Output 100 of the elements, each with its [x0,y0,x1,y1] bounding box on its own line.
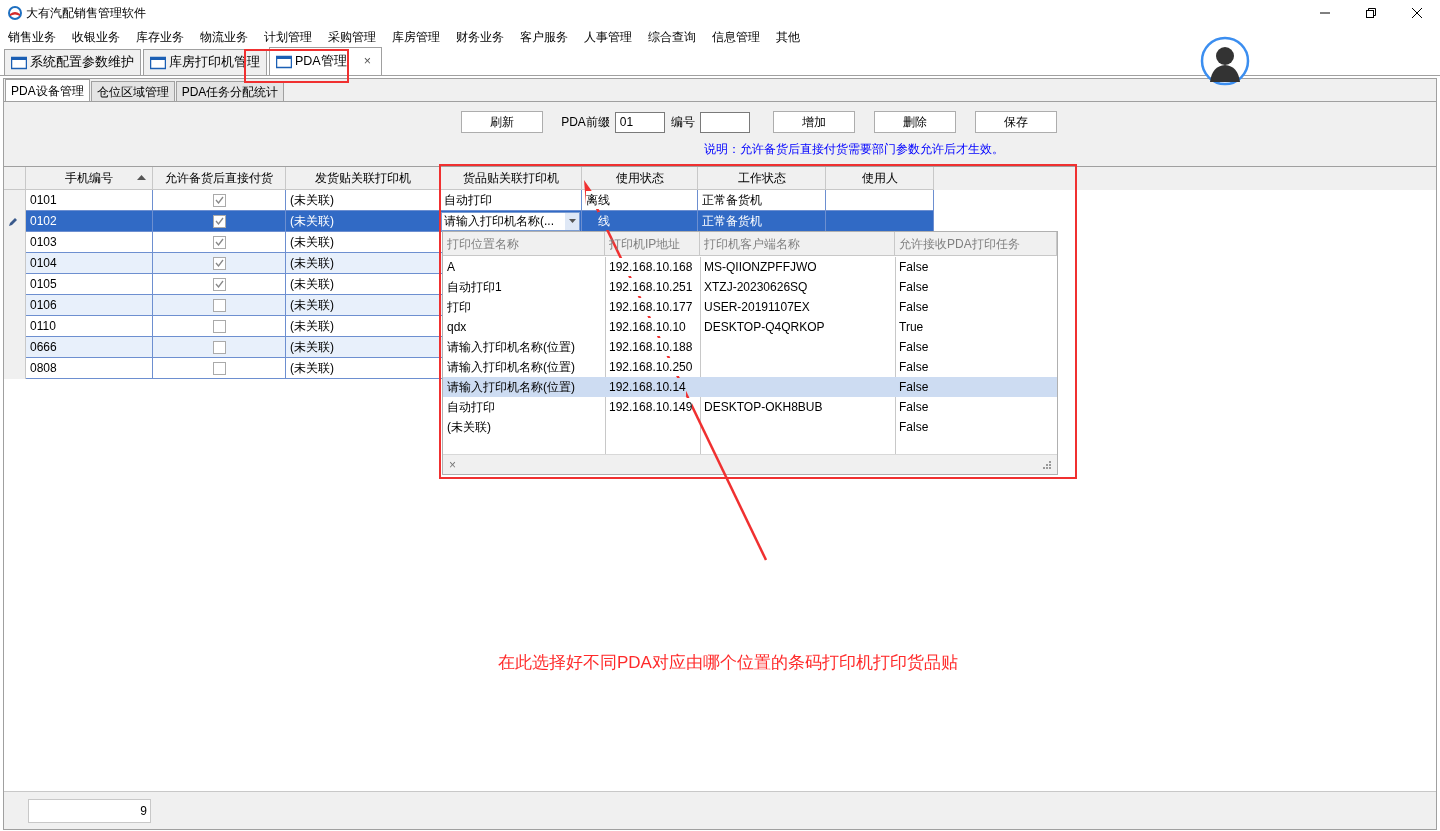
save-button[interactable]: 保存 [974,111,1057,133]
restore-icon[interactable] [1366,8,1376,18]
menu-item[interactable]: 客户服务 [520,28,576,46]
document-tab[interactable]: PDA管理 × [269,47,382,75]
table-cell: 192.168.10.251 [609,278,693,296]
number-field[interactable] [699,111,750,133]
field-label: 编号 [670,114,695,131]
dropdown-row[interactable]: 自动打印1 192.168.10.251 XTZJ-20230626SQ False [443,277,1057,297]
dropdown-row[interactable]: 打印 192.168.10.177 USER-20191107EX False [443,297,1057,317]
dropdown-row[interactable]: A 192.168.10.168 MS-QIIONZPFFJWO False [443,257,1057,277]
dropdown-row[interactable]: qdx 192.168.10.10 DESKTOP-Q4QRKOP True [443,317,1057,337]
sort-icon [137,175,146,180]
window-icon [150,55,166,70]
table-cell: 请输入打印机名称(位置) [447,358,575,376]
close-icon[interactable] [1412,8,1422,18]
count-field[interactable]: 9 [28,798,151,823]
resize-grip-icon [1043,460,1051,469]
table-cell: (未关联) [286,337,440,358]
table-cell: 打印 [447,298,471,316]
sub-tab[interactable]: PDA任务分配统计 [175,81,285,101]
table-cell: 请输入打印机名称(位置) [447,378,575,396]
table-cell: 0666 [26,337,153,358]
refresh-button[interactable]: 刷新 [461,111,544,133]
table-cell: (未关联) [447,418,491,436]
checkbox[interactable] [212,277,226,291]
check-icon [214,196,224,204]
table-cell: (未关联) [286,358,440,379]
checkbox[interactable] [212,298,226,312]
add-button[interactable]: 增加 [772,111,855,133]
checkbox[interactable] [212,214,226,228]
table-cell: (未关联) [286,211,440,232]
table-cell: 192.168.10.14 [609,378,686,396]
window-icon [11,55,27,70]
column-header[interactable]: 使用人 [826,167,934,190]
prefix-field[interactable]: 01 [614,111,665,133]
menu-item[interactable]: 采购管理 [328,28,384,46]
menu-item[interactable]: 人事管理 [584,28,640,46]
menu-item[interactable]: 综合查询 [648,28,704,46]
column-header[interactable]: 打印位置名称 [443,232,605,255]
column-header[interactable]: 允许备货后直接付货 [153,167,286,190]
dropdown-row[interactable]: 请输入打印机名称(位置) 192.168.10.250 False [443,357,1057,377]
menu-item[interactable]: 库房管理 [392,28,448,46]
window-title: 大有汽配销售管理软件 [26,5,146,22]
menu-item[interactable]: 销售业务 [8,28,64,46]
window-icon [276,54,292,69]
table-cell: 192.168.10.188 [609,338,693,356]
column-header[interactable]: 手机编号 [26,167,153,190]
menu-item[interactable]: 信息管理 [712,28,768,46]
checkbox[interactable] [212,361,226,375]
table-cell: (未关联) [286,295,440,316]
note-text: 说明：允许备货后直接付货需要部门参数允许后才生效。 [704,141,1004,158]
check-icon [214,280,224,288]
menu-item[interactable]: 库存业务 [136,28,192,46]
column-header[interactable]: 工作状态 [698,167,826,190]
table-cell: (未关联) [286,253,440,274]
tab-close-button[interactable]: × [359,52,375,71]
dropdown-row[interactable]: 请输入打印机名称(位置) 192.168.10.14 False [443,377,1057,397]
document-tab[interactable]: 系统配置参数维护 [4,49,141,75]
logo-icon [8,6,22,20]
check-icon [214,217,224,225]
menu-item[interactable]: 其他 [776,28,808,46]
table-cell: 0106 [26,295,153,316]
table-cell: 0104 [26,253,153,274]
table-cell: 线 [598,212,612,230]
sub-tab[interactable]: 仓位区域管理 [90,81,175,101]
annotation-text: 在此选择好不同PDA对应由哪个位置的条码打印机打印货品贴 [498,652,958,674]
printer-combo[interactable]: 请输入打印机名称(... [441,211,580,231]
column-header[interactable]: 发货贴关联打印机 [286,167,440,190]
pencil-icon [8,216,18,227]
dropdown-close-button[interactable]: × [449,455,456,474]
column-header[interactable]: 打印机客户端名称 [700,232,895,255]
table-cell: 自动打印 [447,398,495,416]
menu-item[interactable]: 财务业务 [456,28,512,46]
checkbox[interactable] [212,256,226,270]
field-label: PDA前缀 [561,114,610,131]
checkbox[interactable] [212,340,226,354]
column-header[interactable]: 允许接收PDA打印任务 [895,232,1057,255]
menu-item[interactable]: 收银业务 [72,28,128,46]
delete-button[interactable]: 删除 [873,111,956,133]
table-cell: 请输入打印机名称(位置) [447,338,575,356]
table-cell: 自动打印1 [447,278,502,296]
table-cell: 0102 [26,211,153,232]
table-cell: 0808 [26,358,153,379]
dropdown-row[interactable]: (未关联) False [443,417,1057,437]
dropdown-row[interactable]: 请输入打印机名称(位置) 192.168.10.188 False [443,337,1057,357]
menu-item[interactable]: 计划管理 [264,28,320,46]
table-cell: 正常备货机 [698,211,826,232]
menu-item[interactable]: 物流业务 [200,28,256,46]
table-cell: 192.168.10.177 [609,298,693,316]
sub-tab[interactable]: PDA设备管理 [5,79,90,101]
column-header[interactable]: 货品贴关联打印机 [440,167,582,190]
check-icon [214,238,224,246]
checkbox[interactable] [212,319,226,333]
table-row[interactable]: 0102 (未关联) 请输入打印机名称(... 线 正常备货机 [4,211,1436,232]
table-cell: 192.168.10.250 [609,358,693,376]
dropdown-row[interactable]: 自动打印 192.168.10.149 DESKTOP-OKH8BUB False [443,397,1057,417]
check-icon [214,259,224,267]
checkbox[interactable] [212,193,226,207]
checkbox[interactable] [212,235,226,249]
caret-icon [568,219,576,223]
